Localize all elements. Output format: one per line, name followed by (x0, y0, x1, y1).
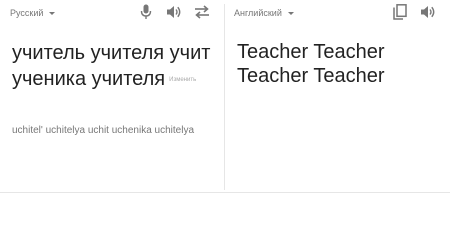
microphone-button[interactable] (137, 3, 155, 21)
translation-output: Teacher Teacher Teacher Teacher (237, 41, 385, 87)
speaker-icon (166, 4, 182, 20)
edit-link[interactable]: Изменить (169, 77, 196, 83)
swap-icon (194, 5, 210, 19)
bottom-divider (0, 192, 450, 193)
chevron-down-icon (49, 12, 56, 15)
target-language-select[interactable]: Английский (234, 8, 294, 18)
source-language-select[interactable]: Русский (10, 8, 56, 18)
translator-widget: Русский учитель учителя учит ученика учи… (0, 0, 450, 200)
target-pane: Английский Teacher Teacher Teacher Teach… (225, 0, 450, 192)
listen-translation-button[interactable] (419, 3, 437, 21)
source-language-label: Русский (10, 8, 44, 18)
copy-translation-button[interactable] (391, 3, 409, 21)
target-language-label: Английский (234, 8, 282, 18)
speaker-icon (420, 4, 436, 20)
swap-languages-button[interactable] (193, 3, 211, 21)
source-transliteration: uchitel' uchitelya uchit uchenika uchite… (12, 125, 195, 136)
microphone-icon (140, 4, 152, 20)
listen-source-button[interactable] (165, 3, 183, 21)
copy-icon (393, 4, 407, 20)
source-text-area[interactable]: учитель учителя учит ученика учителя Изме… (12, 40, 217, 93)
chevron-down-icon (287, 12, 294, 15)
source-pane: Русский учитель учителя учит ученика учи… (0, 0, 224, 192)
